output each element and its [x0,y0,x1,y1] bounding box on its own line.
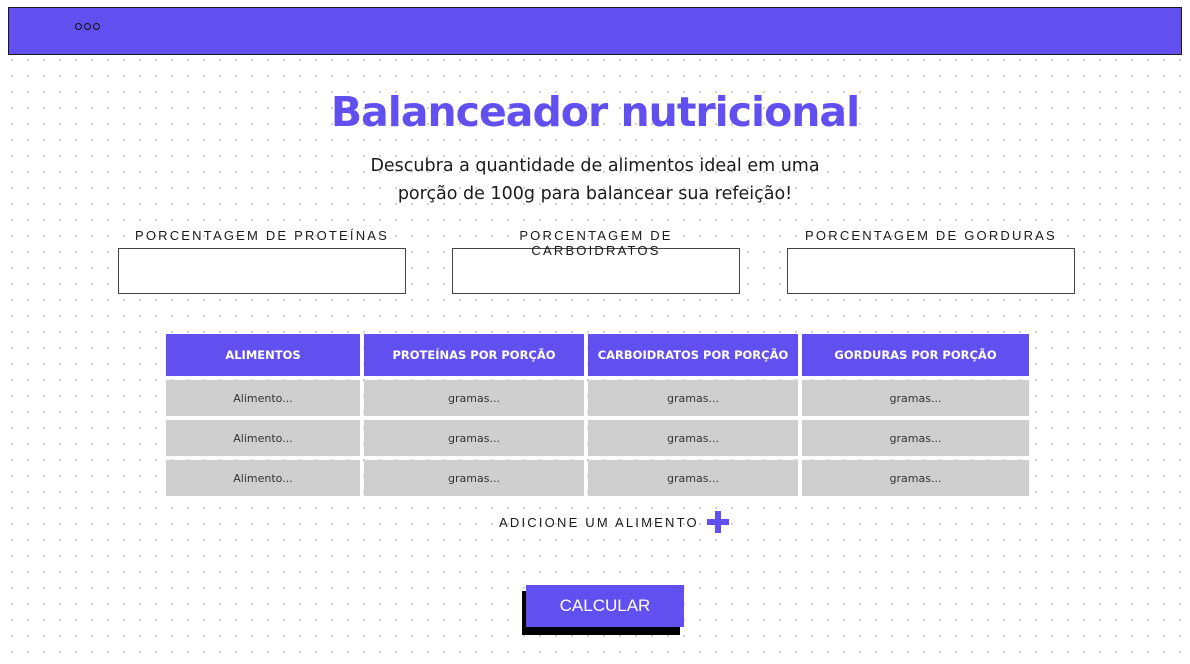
fat-field-group: PORCENTAGEM DE GORDURAS [787,228,1075,294]
protein-grams-cell[interactable]: gramas... [364,460,584,496]
plus-icon[interactable] [706,511,729,533]
calculate-button-wrapper: CALCULAR [522,585,684,635]
circle-icon [93,23,100,30]
fat-grams-cell[interactable]: gramas... [802,420,1029,456]
calculate-button[interactable]: CALCULAR [526,585,684,627]
fat-percentage-input[interactable] [787,248,1075,294]
carbs-field-group: PORCENTAGEM DE CARBOIDRATOS [452,228,740,294]
protein-percentage-input[interactable] [118,248,406,294]
table-row: Alimento... gramas... gramas... gramas..… [166,380,1029,416]
carbs-percentage-label: PORCENTAGEM DE CARBOIDRATOS [519,228,673,258]
three-circles-icon[interactable] [75,23,100,30]
carbs-grams-cell[interactable]: gramas... [588,460,798,496]
add-food-button[interactable]: ADICIONE UM ALIMENTO [499,511,729,533]
table-header-row: ALIMENTOS PROTEÍNAS POR PORÇÃO CARBOIDRA… [166,334,1029,376]
fat-grams-cell[interactable]: gramas... [802,380,1029,416]
table-row: Alimento... gramas... gramas... gramas..… [166,420,1029,456]
protein-grams-cell[interactable]: gramas... [364,380,584,416]
protein-percentage-label: PORCENTAGEM DE PROTEÍNAS [134,228,390,243]
table-row: Alimento... gramas... gramas... gramas..… [166,460,1029,496]
foods-table: ALIMENTOS PROTEÍNAS POR PORÇÃO CARBOIDRA… [162,330,1033,500]
header-foods: ALIMENTOS [166,334,360,376]
protein-field-group: PORCENTAGEM DE PROTEÍNAS [118,228,406,294]
page-title: Balanceador nutricional [330,88,860,136]
header-protein: PROTEÍNAS POR PORÇÃO [364,334,584,376]
subtitle-line-1: Descubra a quantidade de alimentos ideal… [370,156,820,176]
protein-grams-cell[interactable]: gramas... [364,420,584,456]
food-name-cell[interactable]: Alimento... [166,380,360,416]
top-bar [8,7,1182,55]
food-name-cell[interactable]: Alimento... [166,460,360,496]
header-fat: GORDURAS POR PORÇÃO [802,334,1029,376]
header-carbs: CARBOIDRATOS POR PORÇÃO [588,334,798,376]
carbs-grams-cell[interactable]: gramas... [588,380,798,416]
carbs-grams-cell[interactable]: gramas... [588,420,798,456]
add-food-label: ADICIONE UM ALIMENTO [499,514,699,530]
circle-icon [84,23,91,30]
subtitle-line-2: porção de 100g para balancear sua refeiç… [397,184,793,204]
food-name-cell[interactable]: Alimento... [166,420,360,456]
fat-grams-cell[interactable]: gramas... [802,460,1029,496]
circle-icon [75,23,82,30]
page-subtitle: Descubra a quantidade de alimentos ideal… [345,152,845,208]
fat-percentage-label: PORCENTAGEM DE GORDURAS [805,228,1057,243]
